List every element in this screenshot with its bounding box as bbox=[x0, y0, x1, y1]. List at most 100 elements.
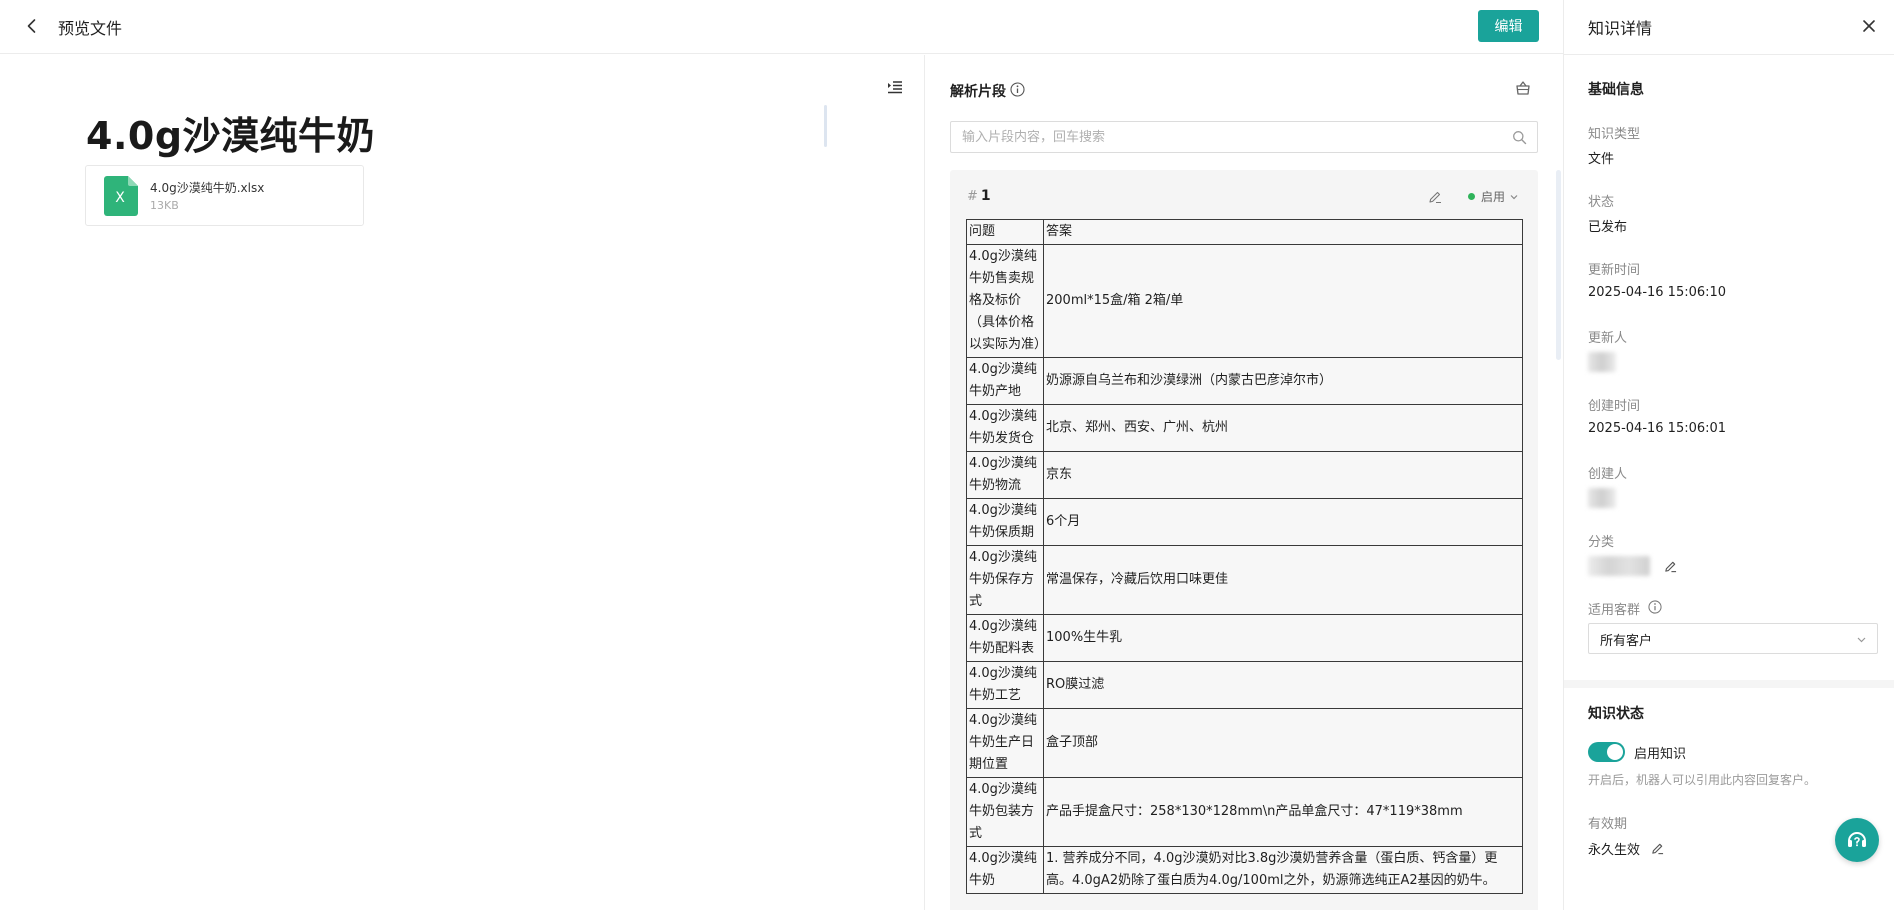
category-value-blurred bbox=[1588, 556, 1650, 576]
answer-cell: 200ml*15盒/箱 2箱/单 bbox=[1043, 244, 1523, 358]
page-title: 预览文件 bbox=[58, 19, 123, 38]
question-cell: 4.0g沙漠纯牛奶物流 bbox=[966, 451, 1044, 499]
top-header: 预览文件 编辑 bbox=[0, 0, 1563, 54]
question-cell: 4.0g沙漠纯牛奶工艺 bbox=[966, 661, 1044, 709]
updated-time-value: 2025-04-16 15:06:10 bbox=[1588, 285, 1727, 300]
question-cell: 4.0g沙漠纯牛奶售卖规格及标价（具体价格以实际为准） bbox=[966, 244, 1047, 358]
table-row: 4.0g沙漠纯牛奶产地 奶源源自乌兰布和沙漠绿洲（内蒙古巴彦淖尔市） bbox=[966, 357, 1523, 405]
answer-cell: 京东 bbox=[1043, 451, 1523, 499]
answer-cell: 北京、郑州、西安、广州、杭州 bbox=[1043, 404, 1523, 452]
status-dot bbox=[1468, 193, 1475, 200]
knowledge-detail-panel: 知识详情 基础信息 知识类型 文件 状态 已发布 更新时间 2025-04-16… bbox=[1563, 0, 1894, 910]
qa-table: 问题 答案 4.0g沙漠纯牛奶售卖规格及标价（具体价格以实际为准） 200ml*1… bbox=[966, 219, 1523, 894]
audience-info-icon[interactable] bbox=[1648, 600, 1662, 614]
question-cell: 4.0g沙漠纯牛奶产地 bbox=[966, 357, 1044, 405]
segment-index-number: 1 bbox=[980, 188, 991, 204]
answer-cell: 6个月 bbox=[1043, 498, 1523, 546]
segment-card: #1 启用 问题 答案 4.0g沙漠纯牛奶售卖规格及标价（具体价格以实际为准） 2… bbox=[950, 170, 1538, 910]
creator-label: 创建人 bbox=[1588, 467, 1628, 482]
updated-time-label: 更新时间 bbox=[1588, 263, 1641, 278]
question-cell: 4.0g沙漠纯牛奶保存方式 bbox=[966, 545, 1044, 615]
answer-cell: 常温保存，冷藏后饮用口味更佳 bbox=[1043, 545, 1523, 615]
knowledge-type-label: 知识类型 bbox=[1588, 127, 1641, 142]
answer-cell: 盒子顶部 bbox=[1043, 708, 1523, 778]
file-size: 13KB bbox=[150, 199, 179, 212]
preview-scroll-indicator[interactable] bbox=[824, 105, 827, 147]
segment-index: #1 bbox=[967, 188, 991, 204]
knowledge-type-value: 文件 bbox=[1588, 152, 1615, 167]
segment-search-box bbox=[950, 121, 1538, 153]
outline-toggle-icon[interactable] bbox=[886, 79, 904, 95]
chevron-down-icon bbox=[1856, 634, 1867, 645]
segment-search-input[interactable] bbox=[951, 122, 1537, 152]
edit-button[interactable]: 编辑 bbox=[1478, 10, 1539, 42]
table-row: 4.0g沙漠纯牛奶保存方式 常温保存，冷藏后饮用口味更佳 bbox=[966, 545, 1523, 615]
excel-file-icon: X bbox=[104, 176, 138, 216]
status-value: 已发布 bbox=[1588, 220, 1628, 235]
edit-validity-icon[interactable] bbox=[1651, 842, 1664, 855]
audience-label: 适用客群 bbox=[1588, 603, 1641, 618]
creator-avatar-blurred bbox=[1588, 488, 1616, 508]
created-time-value: 2025-04-16 15:06:01 bbox=[1588, 421, 1727, 436]
audience-selected-value: 所有客户 bbox=[1600, 634, 1653, 649]
excel-icon-letter: X bbox=[115, 190, 125, 206]
table-row: 4.0g沙漠纯牛奶发货仓 北京、郑州、西安、广州、杭州 bbox=[966, 404, 1523, 452]
enable-knowledge-label: 启用知识 bbox=[1634, 747, 1687, 762]
chevron-down-icon bbox=[1509, 192, 1519, 202]
question-cell: 4.0g沙漠纯牛奶发货仓 bbox=[966, 404, 1044, 452]
toggle-knob bbox=[1607, 744, 1623, 760]
category-label: 分类 bbox=[1588, 535, 1615, 550]
enable-knowledge-hint: 开启后，机器人可以引用此内容回复客户。 bbox=[1588, 773, 1817, 787]
table-row: 4.0g沙漠纯牛奶工艺 RO膜过滤 bbox=[966, 661, 1523, 709]
divider bbox=[1564, 54, 1894, 55]
question-cell: 4.0g沙漠纯牛奶配料表 bbox=[966, 614, 1044, 662]
section-separator bbox=[1564, 680, 1894, 688]
table-row: 4.0g沙漠纯牛奶生产日期位置 盒子顶部 bbox=[966, 708, 1523, 778]
recycle-bin-icon[interactable] bbox=[1514, 79, 1532, 97]
segment-status-label: 启用 bbox=[1481, 190, 1506, 204]
table-header-row: 问题 答案 bbox=[966, 219, 1523, 245]
table-row: 4.0g沙漠纯牛奶保质期 6个月 bbox=[966, 498, 1523, 546]
detail-title: 知识详情 bbox=[1588, 19, 1653, 38]
answer-cell: 100%生牛乳 bbox=[1043, 614, 1523, 662]
document-title: 4.0g沙漠纯牛奶 bbox=[86, 114, 376, 158]
table-row: 4.0g沙漠纯牛奶 1. 营养成分不同，4.0g沙漠奶对比3.8g沙漠奶营养含量（… bbox=[966, 846, 1523, 894]
file-name: 4.0g沙漠纯牛奶.xlsx bbox=[150, 181, 265, 195]
table-row: 4.0g沙漠纯牛奶配料表 100%生牛乳 bbox=[966, 614, 1523, 662]
status-label: 状态 bbox=[1588, 195, 1615, 210]
enable-knowledge-toggle[interactable] bbox=[1588, 742, 1625, 762]
knowledge-status-heading: 知识状态 bbox=[1588, 706, 1644, 722]
back-arrow-icon[interactable] bbox=[22, 16, 42, 36]
info-icon[interactable] bbox=[1010, 82, 1025, 97]
question-cell: 4.0g沙漠纯牛奶生产日期位置 bbox=[966, 708, 1044, 778]
file-attachment-card[interactable]: X 4.0g沙漠纯牛奶.xlsx 13KB bbox=[85, 165, 364, 226]
table-row: 4.0g沙漠纯牛奶包装方式 产品手提盒尺寸：258*130*128mm\n产品单盒… bbox=[966, 777, 1523, 847]
close-icon[interactable] bbox=[1860, 17, 1878, 35]
question-cell: 4.0g沙漠纯牛奶保质期 bbox=[966, 498, 1044, 546]
segment-status-dropdown[interactable]: 启用 bbox=[1468, 188, 1519, 205]
segment-index-prefix: # bbox=[967, 189, 978, 204]
table-row: 4.0g沙漠纯牛奶物流 京东 bbox=[966, 451, 1523, 499]
created-time-label: 创建时间 bbox=[1588, 399, 1641, 414]
validity-value: 永久生效 bbox=[1588, 843, 1641, 858]
basic-info-heading: 基础信息 bbox=[1588, 82, 1644, 98]
segments-scrollbar[interactable] bbox=[1556, 170, 1561, 360]
validity-label: 有效期 bbox=[1588, 817, 1628, 832]
table-row: 4.0g沙漠纯牛奶售卖规格及标价（具体价格以实际为准） 200ml*15盒/箱 2… bbox=[966, 244, 1523, 358]
file-preview-pane: 4.0g沙漠纯牛奶 X 4.0g沙漠纯牛奶.xlsx 13KB bbox=[0, 55, 925, 910]
edit-segment-icon[interactable] bbox=[1428, 190, 1442, 204]
edit-category-icon[interactable] bbox=[1664, 560, 1677, 573]
answer-cell: 奶源源自乌兰布和沙漠绿洲（内蒙古巴彦淖尔市） bbox=[1043, 357, 1523, 405]
answer-cell: 1. 营养成分不同，4.0g沙漠奶对比3.8g沙漠奶营养含量（蛋白质、钙含量）更… bbox=[1043, 846, 1523, 894]
column-header-question: 问题 bbox=[966, 219, 1044, 245]
answer-cell: RO膜过滤 bbox=[1043, 661, 1523, 709]
audience-select[interactable]: 所有客户 bbox=[1588, 623, 1878, 654]
question-cell: 4.0g沙漠纯牛奶包装方式 bbox=[966, 777, 1044, 847]
answer-cell: 产品手提盒尺寸：258*130*128mm\n产品单盒尺寸：47*119*38m… bbox=[1043, 777, 1523, 847]
updater-label: 更新人 bbox=[1588, 331, 1628, 346]
updater-avatar-blurred bbox=[1588, 352, 1616, 372]
parsed-segments-pane: 解析片段 #1 启用 问题 答案 bbox=[926, 55, 1562, 910]
question-cell: 4.0g沙漠纯牛奶 bbox=[966, 846, 1044, 894]
customer-service-button[interactable] bbox=[1835, 818, 1879, 862]
segments-title: 解析片段 bbox=[950, 84, 1006, 100]
